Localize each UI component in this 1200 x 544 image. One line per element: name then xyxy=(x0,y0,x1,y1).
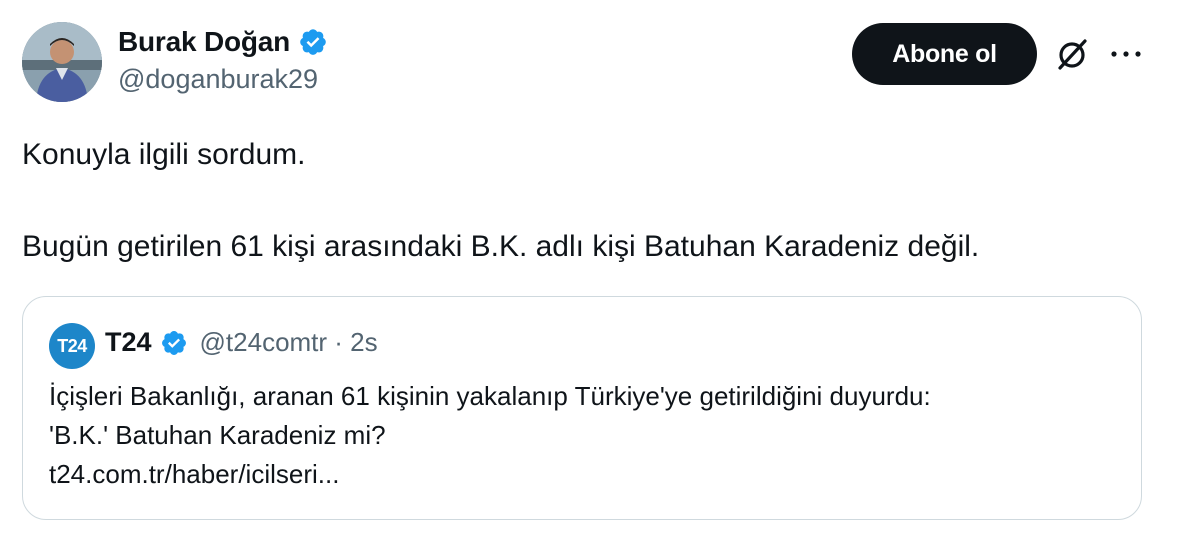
quoted-author-avatar[interactable]: T24 xyxy=(49,323,95,369)
quoted-tweet-text-line: 'B.K.' Batuhan Karadeniz mi? xyxy=(49,420,386,450)
subscribe-button[interactable]: Abone ol xyxy=(852,23,1037,85)
author-name[interactable]: Burak Doğan xyxy=(118,26,290,58)
quoted-tweet-link[interactable]: t24.com.tr/haber/icilseri... xyxy=(49,459,339,490)
grok-icon[interactable] xyxy=(1053,36,1091,74)
verified-badge-icon xyxy=(300,29,326,55)
quoted-author-meta[interactable]: @t24comtr · 2s xyxy=(200,327,378,358)
author-name-row[interactable]: Burak Doğan xyxy=(118,26,328,58)
author-avatar[interactable] xyxy=(22,22,102,102)
quoted-tweet-card[interactable]: T24 T24 @t24comtr · 2s İçişleri Bakanlığ… xyxy=(22,296,1142,520)
tweet[interactable]: Burak Doğan @doganburak29 Abone ol Konuy… xyxy=(0,0,1200,544)
quoted-tweet-text-line: İçişleri Bakanlığı, aranan 61 kişinin ya… xyxy=(49,381,931,411)
quoted-tweet-header: T24 @t24comtr · 2s xyxy=(105,327,378,358)
avatar-image xyxy=(22,22,102,102)
verified-badge-icon xyxy=(161,330,186,355)
quoted-author-name[interactable]: T24 xyxy=(105,327,152,358)
tweet-text-line: Konuyla ilgili sordum. xyxy=(22,138,306,171)
tweet-text-line: Bugün getirilen 61 kişi arasındaki B.K. … xyxy=(22,230,980,263)
author-handle[interactable]: @doganburak29 xyxy=(118,64,318,95)
more-icon[interactable] xyxy=(1108,40,1144,68)
